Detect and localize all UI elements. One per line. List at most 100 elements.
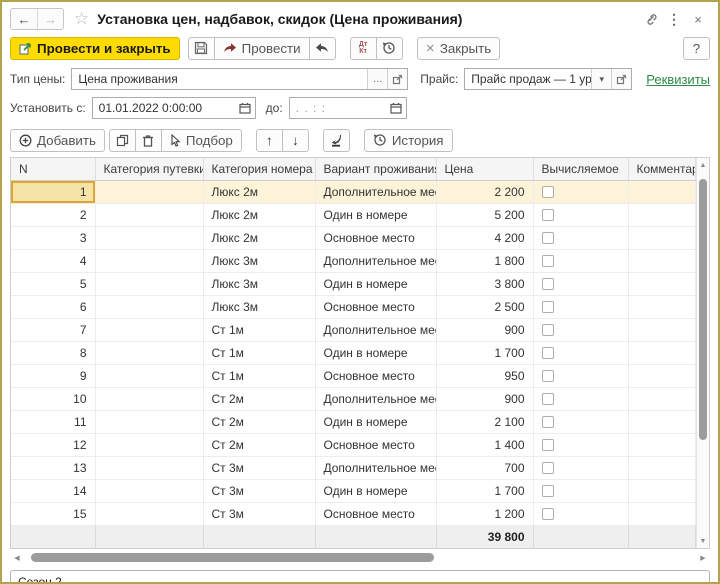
- debit-credit-button[interactable]: ДтКт: [350, 37, 377, 60]
- computed-checkbox[interactable]: [542, 508, 554, 520]
- copy-row-button[interactable]: [109, 129, 136, 152]
- cell-voucher-category[interactable]: [95, 341, 203, 364]
- cell-computed[interactable]: [533, 387, 628, 410]
- more-menu-icon[interactable]: ⋮: [662, 9, 686, 29]
- table-row[interactable]: 15 Ст 3м Основное место 1 200: [11, 502, 696, 525]
- cell-price[interactable]: 2 200: [436, 180, 533, 203]
- cell-price[interactable]: 5 200: [436, 203, 533, 226]
- cell-stay-option[interactable]: Дополнительное место: [315, 249, 436, 272]
- cell-computed[interactable]: [533, 180, 628, 203]
- scroll-left-icon[interactable]: ◀: [10, 554, 24, 562]
- favorite-star-icon[interactable]: ☆: [74, 9, 89, 29]
- cell-room-category[interactable]: Люкс 3м: [203, 272, 315, 295]
- cell-n[interactable]: 2: [11, 203, 95, 226]
- cell-n[interactable]: 3: [11, 226, 95, 249]
- table-row[interactable]: 5 Люкс 3м Один в номере 3 800: [11, 272, 696, 295]
- cell-room-category[interactable]: Ст 1м: [203, 318, 315, 341]
- cell-comment[interactable]: [628, 387, 696, 410]
- cell-room-category[interactable]: Люкс 3м: [203, 249, 315, 272]
- close-document-button[interactable]: ✕ Закрыть: [417, 37, 501, 60]
- cell-price[interactable]: 900: [436, 318, 533, 341]
- cell-price[interactable]: 950: [436, 364, 533, 387]
- table-row[interactable]: 3 Люкс 2м Основное место 4 200: [11, 226, 696, 249]
- computed-checkbox[interactable]: [542, 278, 554, 290]
- cell-stay-option[interactable]: Дополнительное место: [315, 387, 436, 410]
- price-list-dropdown-button[interactable]: ▾: [591, 69, 611, 89]
- cell-room-category[interactable]: Ст 2м: [203, 433, 315, 456]
- cell-room-category[interactable]: Ст 1м: [203, 364, 315, 387]
- cell-price[interactable]: 1 200: [436, 502, 533, 525]
- to-date-placeholder[interactable]: . . : :: [290, 98, 386, 118]
- cell-stay-option[interactable]: Один в номере: [315, 410, 436, 433]
- cell-n[interactable]: 15: [11, 502, 95, 525]
- cell-n[interactable]: 5: [11, 272, 95, 295]
- cell-stay-option[interactable]: Основное место: [315, 364, 436, 387]
- cell-computed[interactable]: [533, 433, 628, 456]
- cell-voucher-category[interactable]: [95, 456, 203, 479]
- cell-stay-option[interactable]: Дополнительное место: [315, 180, 436, 203]
- cell-price[interactable]: 1 400: [436, 433, 533, 456]
- fill-button[interactable]: [323, 129, 350, 152]
- cell-room-category[interactable]: Люкс 2м: [203, 203, 315, 226]
- cell-n[interactable]: 7: [11, 318, 95, 341]
- cell-comment[interactable]: [628, 295, 696, 318]
- cell-comment[interactable]: [628, 249, 696, 272]
- cell-stay-option[interactable]: Основное место: [315, 226, 436, 249]
- horizontal-scrollbar[interactable]: ◀ ▶: [10, 551, 710, 564]
- link-icon[interactable]: [638, 9, 662, 29]
- computed-checkbox[interactable]: [542, 255, 554, 267]
- table-row[interactable]: 4 Люкс 3м Дополнительное место 1 800: [11, 249, 696, 272]
- cell-computed[interactable]: [533, 456, 628, 479]
- cell-n[interactable]: 8: [11, 341, 95, 364]
- cell-voucher-category[interactable]: [95, 249, 203, 272]
- calendar-button[interactable]: [386, 98, 406, 118]
- cell-comment[interactable]: [628, 479, 696, 502]
- computed-checkbox[interactable]: [542, 485, 554, 497]
- vertical-scroll-thumb[interactable]: [699, 179, 707, 440]
- cell-computed[interactable]: [533, 479, 628, 502]
- comment-value[interactable]: Сезон 2: [18, 575, 62, 584]
- comment-field[interactable]: Сезон 2: [10, 570, 710, 584]
- document-history-button[interactable]: [376, 37, 403, 60]
- cell-n[interactable]: 11: [11, 410, 95, 433]
- computed-checkbox[interactable]: [542, 209, 554, 221]
- table-row[interactable]: 2 Люкс 2м Один в номере 5 200: [11, 203, 696, 226]
- cell-comment[interactable]: [628, 226, 696, 249]
- cell-voucher-category[interactable]: [95, 203, 203, 226]
- cell-computed[interactable]: [533, 203, 628, 226]
- cell-room-category[interactable]: Ст 1м: [203, 341, 315, 364]
- scroll-down-icon[interactable]: ▼: [697, 534, 709, 548]
- cell-voucher-category[interactable]: [95, 410, 203, 433]
- cell-room-category[interactable]: Люкс 2м: [203, 180, 315, 203]
- cell-n[interactable]: 4: [11, 249, 95, 272]
- cell-voucher-category[interactable]: [95, 364, 203, 387]
- cell-price[interactable]: 2 100: [436, 410, 533, 433]
- save-button[interactable]: [188, 37, 215, 60]
- pick-button[interactable]: Подбор: [161, 129, 242, 152]
- cell-voucher-category[interactable]: [95, 502, 203, 525]
- scroll-up-icon[interactable]: ▲: [697, 158, 709, 172]
- cell-computed[interactable]: [533, 226, 628, 249]
- computed-checkbox[interactable]: [542, 393, 554, 405]
- computed-checkbox[interactable]: [542, 301, 554, 313]
- cell-stay-option[interactable]: Основное место: [315, 502, 436, 525]
- move-down-button[interactable]: ↓: [282, 129, 309, 152]
- horizontal-scroll-thumb[interactable]: [31, 553, 434, 562]
- computed-checkbox[interactable]: [542, 462, 554, 474]
- vertical-scrollbar[interactable]: ▲ ▼: [696, 158, 709, 548]
- cell-voucher-category[interactable]: [95, 318, 203, 341]
- cell-room-category[interactable]: Ст 3м: [203, 479, 315, 502]
- cell-price[interactable]: 1 700: [436, 341, 533, 364]
- cell-price[interactable]: 700: [436, 456, 533, 479]
- table-row[interactable]: 13 Ст 3м Дополнительное место 700: [11, 456, 696, 479]
- cell-room-category[interactable]: Ст 2м: [203, 410, 315, 433]
- cell-voucher-category[interactable]: [95, 226, 203, 249]
- cell-computed[interactable]: [533, 272, 628, 295]
- move-up-button[interactable]: ↑: [256, 129, 283, 152]
- cell-comment[interactable]: [628, 433, 696, 456]
- cell-room-category[interactable]: Люкс 3м: [203, 295, 315, 318]
- window-close-icon[interactable]: ×: [686, 9, 710, 29]
- cell-voucher-category[interactable]: [95, 433, 203, 456]
- set-from-field[interactable]: 01.01.2022 0:00:00: [92, 97, 256, 119]
- cell-voucher-category[interactable]: [95, 295, 203, 318]
